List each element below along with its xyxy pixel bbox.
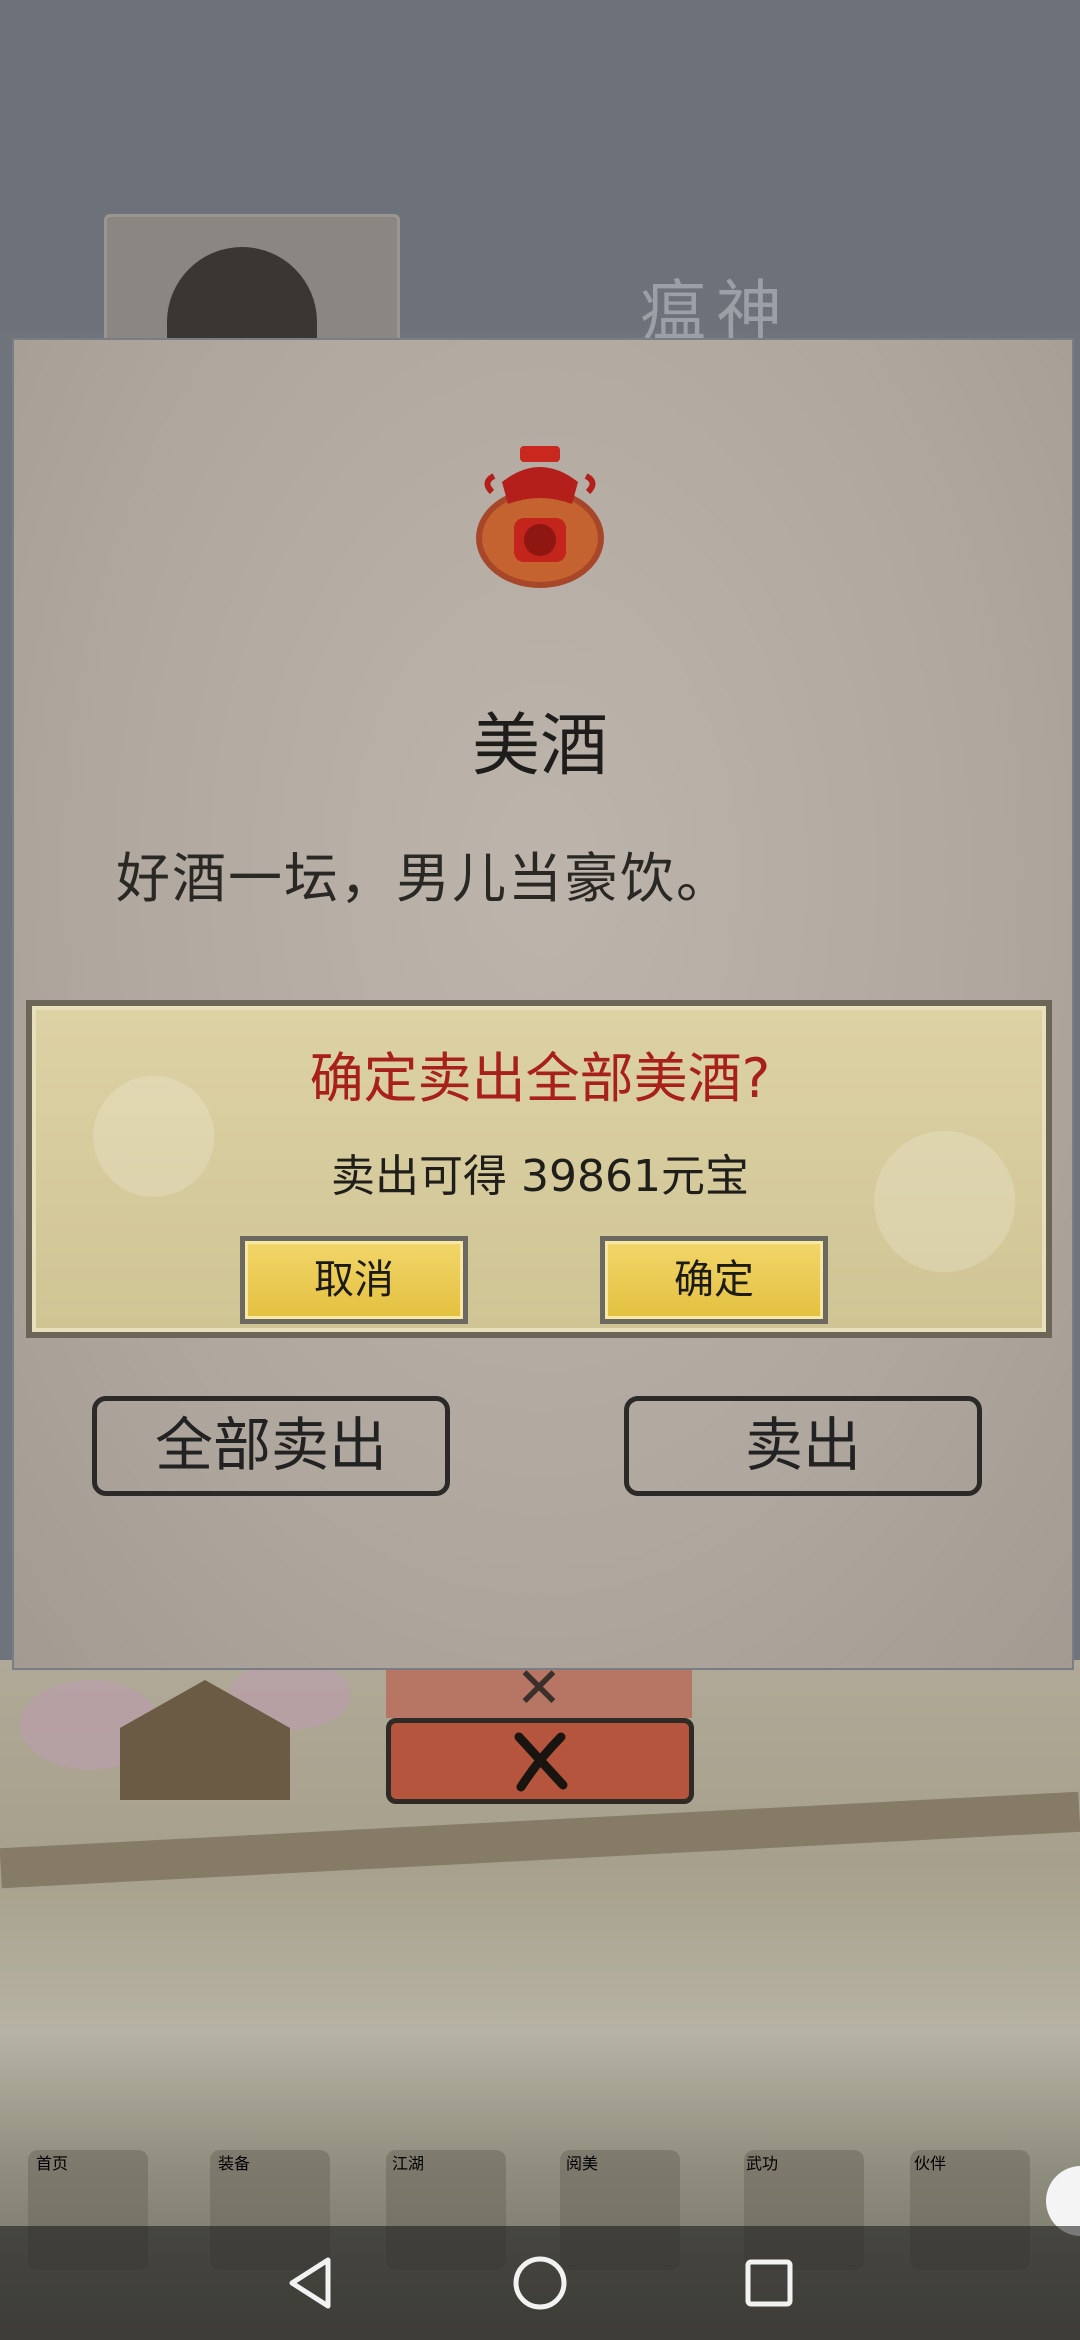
home-circle-icon[interactable]	[505, 2248, 575, 2318]
wine-jar-icon	[476, 446, 604, 588]
sell-button[interactable]: 卖出	[624, 1396, 982, 1496]
confirm-button[interactable]: 确定	[600, 1236, 828, 1324]
close-icon	[514, 1732, 568, 1792]
recents-square-icon[interactable]	[734, 2248, 804, 2318]
cancel-button[interactable]: 取消	[240, 1236, 468, 1324]
system-navigation-bar	[0, 2226, 1080, 2340]
item-name: 美酒	[471, 707, 608, 786]
confirm-dialog-message: 卖出可得 39861元宝	[331, 1151, 749, 1202]
close-button[interactable]	[386, 1718, 694, 1804]
item-description: 好酒一坛，男儿当豪饮。	[116, 847, 732, 910]
confirm-dialog-title: 确定卖出全部美酒?	[309, 1047, 771, 1110]
sell-all-button[interactable]: 全部卖出	[92, 1396, 450, 1496]
back-triangle-icon[interactable]	[276, 2248, 346, 2318]
